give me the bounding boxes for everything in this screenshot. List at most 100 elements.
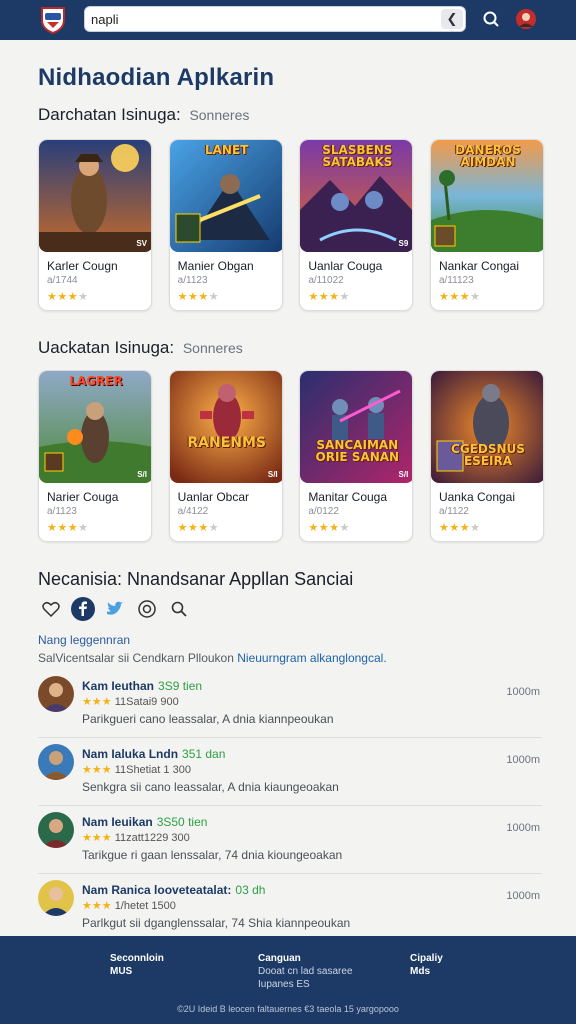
review-item[interactable]: Nam Ieuikan 3S50 tien ★★★ 11zatt1229 300 … (38, 806, 542, 874)
star-filled-icon: ★ (188, 291, 199, 303)
star-empty-icon: ★ (470, 522, 481, 534)
game-card[interactable]: RANENMS S/I Uanlar Obcar a/4122 ★★★★ (168, 370, 283, 542)
footer-link[interactable]: MUS (110, 965, 164, 978)
magnifier-icon[interactable] (166, 596, 192, 622)
back-arrow-icon[interactable]: ❮ (441, 9, 463, 29)
star-empty-icon: ★ (78, 522, 89, 534)
facebook-icon[interactable] (70, 596, 96, 622)
star-rating: ★★★ (82, 696, 112, 708)
star-rating: ★★★ (82, 764, 112, 776)
section-subtitle: Sonneres (182, 340, 243, 356)
star-empty-icon: ★ (339, 522, 350, 534)
app-logo-icon[interactable] (38, 4, 68, 35)
review-count: 1000m (506, 686, 540, 698)
footer-col: Canguan Dooat cn lad sasaree Iupanes ES (258, 952, 353, 991)
review-item[interactable]: Nam Ranica looveteatalat: 03 dh ★★★ 1/het… (38, 874, 542, 942)
search-input[interactable] (91, 11, 431, 27)
review-count: 1000m (506, 890, 540, 902)
footer-link[interactable]: Iupanes ES (258, 978, 353, 991)
heart-icon[interactable] (38, 596, 64, 622)
review-text: Senkgra sii cano leassalar, A dnia kiaun… (82, 780, 339, 794)
star-filled-icon: ★ (318, 291, 330, 303)
review-count: 1000m (506, 822, 540, 834)
section-title: Darchatan Isinuga: Sonneres (38, 105, 249, 125)
review-text: Parikgueri cano leassalar, A dnia kiannp… (82, 712, 334, 726)
review-item[interactable]: Nam Ialuka Lndn 351 dan ★★★ 11Shetiat 1 3… (38, 738, 542, 806)
game-card[interactable]: CGEDSNUS ESEIRA Uanka Congai a/1122 ★★★★ (429, 370, 544, 542)
section-title-text: Uackatan Isinuga: (38, 338, 175, 357)
game-badge: S/I (267, 470, 278, 479)
review-count: 1000m (506, 754, 540, 766)
game-badge: SV (136, 239, 147, 248)
star-rating: ★★★★ (308, 290, 350, 303)
footer-link[interactable]: Cipaliy (410, 952, 443, 965)
game-caption: SLASBENS SATABAKS (322, 143, 393, 169)
star-rating: ★★★★ (439, 290, 481, 303)
review-text: Tarikgue ri gaan lenssalar, 74 dnia kiou… (82, 848, 343, 862)
reviewer-name: Nam Ialuka Lndn 351 dan (82, 747, 225, 761)
star-filled-icon: ★ (101, 832, 112, 844)
section-subtitle: Sonneres (189, 107, 250, 123)
star-rating: ★★★ (82, 900, 112, 912)
reviewer-name-text: Nam Ranica looveteatalat: (82, 883, 232, 897)
star-filled-icon: ★ (91, 832, 102, 844)
star-filled-icon: ★ (47, 291, 58, 303)
star-filled-icon: ★ (449, 291, 460, 303)
review-meta: 11Satai9 900 (114, 696, 179, 708)
review-list: Kam Ieuthan 3S9 tien ★★★ 11Satai9 900 Par… (38, 670, 542, 942)
star-filled-icon: ★ (188, 522, 199, 534)
notice-link[interactable]: Nieuurngram alkanglongcal. (237, 651, 386, 665)
review-rating: ★★★ 11zatt1229 300 (82, 831, 190, 844)
game-badge: S9 (398, 239, 409, 248)
star-filled-icon: ★ (82, 696, 92, 708)
notice-plain: SalVicentsalar sii Cendkarn Plloukon (38, 651, 234, 665)
top-bar: ❮ (0, 0, 576, 40)
game-card[interactable]: SLASBENS SATABAKS S9 Uanlar Couga a/1102… (299, 139, 414, 311)
copyright: ©2U Ideid B leocen faltauernes €3 taeola… (177, 1004, 399, 1014)
game-card[interactable]: SV Karler Cougn a/1744 ★★★★ (38, 139, 152, 311)
instagram-icon[interactable] (134, 596, 160, 622)
game-caption: CGEDSNUS ESEIRA (451, 442, 525, 468)
footer-link[interactable]: Seconnloin (110, 952, 164, 965)
game-thumbnail: SANCAIMAN ORIE SANAN S/I (300, 371, 413, 483)
game-caption: LANET (204, 143, 249, 157)
review-rating: ★★★ 1/hetet 1500 (82, 899, 176, 912)
reviewer-avatar (38, 676, 74, 712)
star-filled-icon: ★ (67, 291, 79, 303)
star-filled-icon: ★ (459, 291, 471, 303)
star-rating: ★★★ (82, 832, 112, 844)
review-item[interactable]: Kam Ieuthan 3S9 tien ★★★ 11Satai9 900 Par… (38, 670, 542, 738)
game-caption: RANENMS (187, 435, 266, 451)
game-thumbnail: LANET (169, 140, 282, 252)
star-filled-icon: ★ (101, 900, 112, 912)
search-bar[interactable]: ❮ (84, 6, 466, 32)
footer-link[interactable]: Dooat cn lad sasaree (258, 965, 353, 978)
star-filled-icon: ★ (177, 291, 189, 303)
game-date: a/1122 (438, 506, 469, 517)
game-card[interactable]: LAGRER S/I Narier Couga a/1123 ★★★★ (38, 370, 152, 542)
game-card[interactable]: SANCAIMAN ORIE SANAN S/I Manitar Couga a… (299, 370, 414, 542)
game-name: Uanlar Obcar (177, 490, 250, 504)
page-title: Nidhaodian Aplkarin (38, 64, 275, 91)
search-icon[interactable] (480, 8, 502, 30)
game-date: a/4122 (177, 506, 209, 517)
game-date: a/1123 (177, 275, 208, 286)
avatar-icon[interactable] (515, 8, 537, 30)
twitter-icon[interactable] (102, 596, 128, 622)
link-label[interactable]: Nang leggennran (38, 633, 130, 647)
game-date: a/11123 (438, 275, 474, 286)
review-meta: 11Shetiat 1 300 (114, 764, 191, 776)
star-filled-icon: ★ (459, 522, 471, 534)
game-date: a/0122 (308, 506, 339, 517)
game-card[interactable]: DANEROS AIMDAN Nankar Congai a/11123 ★★★… (429, 139, 544, 311)
game-name: Uanlar Couga (308, 259, 383, 273)
footer-link[interactable]: Canguan (258, 952, 353, 965)
star-filled-icon: ★ (91, 764, 102, 776)
reviewer-avatar (38, 812, 74, 848)
star-filled-icon: ★ (91, 696, 102, 708)
footer-link[interactable]: Mds (410, 965, 443, 978)
star-filled-icon: ★ (82, 764, 92, 776)
star-filled-icon: ★ (318, 522, 330, 534)
star-filled-icon: ★ (198, 522, 209, 534)
game-card[interactable]: LANET Manier Obgan a/1123 ★★★★ (168, 139, 283, 311)
